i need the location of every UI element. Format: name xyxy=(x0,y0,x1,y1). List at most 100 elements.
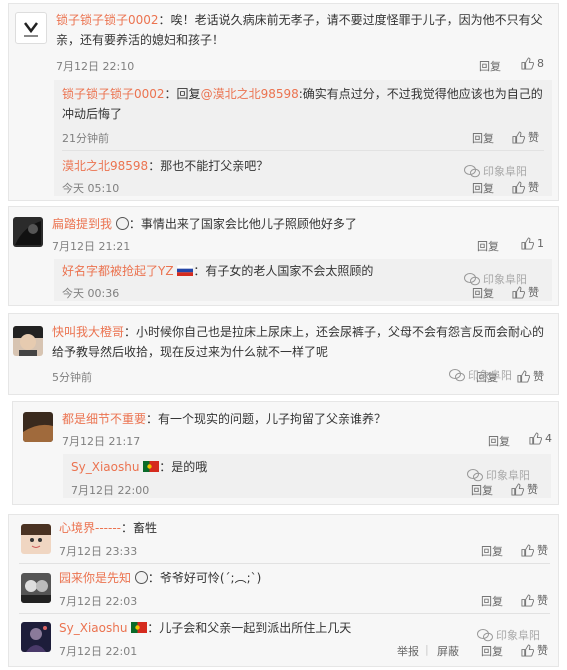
comment-time: 7月12日 23:33 xyxy=(59,545,138,558)
like-button[interactable]: 赞 xyxy=(511,481,538,497)
reply-button[interactable]: 回复 xyxy=(471,482,493,498)
comment-time: 7月12日 22:03 xyxy=(59,595,138,608)
like-button[interactable]: 8 xyxy=(521,57,544,70)
like-button[interactable]: 赞 xyxy=(512,179,539,195)
reply-text: 好名字都被抢起了YZ ：有子女的老人国家不会太照顾的 xyxy=(62,263,373,280)
thumbs-up-icon xyxy=(517,369,530,383)
reply-username[interactable]: 漠北之北98598 xyxy=(62,159,148,173)
reply-button[interactable]: 回复 xyxy=(479,58,501,74)
avatar[interactable] xyxy=(21,622,51,652)
comment-username[interactable]: 园来你是先知 xyxy=(59,571,131,585)
separator: ： xyxy=(148,159,161,173)
report-button[interactable]: 举报 xyxy=(397,643,419,659)
comment-body: 畜牲 xyxy=(133,521,158,535)
reply-block: 好名字都被抢起了YZ ：有子女的老人国家不会太照顾的 今天 00:36 回复 赞… xyxy=(54,259,552,301)
comment-username[interactable]: 都是细节不重要 xyxy=(62,412,146,426)
avatar[interactable] xyxy=(13,217,43,247)
reply-username[interactable]: 好名字都被抢起了YZ xyxy=(62,264,174,278)
comment-body: 爷爷好可怜(´;︵;`) xyxy=(159,571,262,585)
comment-text: 园来你是先知 ：爷爷好可怜(´;︵;`) xyxy=(59,570,261,587)
thumbs-up-icon xyxy=(521,57,534,70)
watermark: 印象阜阳 xyxy=(449,367,512,383)
watermark: 印象阜阳 xyxy=(464,271,527,287)
like-button[interactable]: 赞 xyxy=(517,368,544,384)
portugal-flag-icon xyxy=(143,461,160,472)
reply-username[interactable]: 锁子锁子锁子0002 xyxy=(62,87,165,101)
reply-prefix: ：回复 xyxy=(164,87,201,101)
wechat-icon xyxy=(477,629,493,642)
comment-card-5: 心境界------：畜牲 7月12日 23:33 回复 赞 园来你是先知 ：爷爷… xyxy=(8,514,559,667)
separator: ： xyxy=(193,264,206,278)
like-button[interactable]: 赞 xyxy=(521,542,548,558)
like-label: 赞 xyxy=(537,594,548,607)
like-count: 1 xyxy=(537,237,544,250)
comment-text: 心境界------：畜牲 xyxy=(59,520,157,537)
comment-username[interactable]: 快叫我大橙哥 xyxy=(52,325,124,339)
reply-time: 今天 00:36 xyxy=(62,287,120,300)
avatar[interactable] xyxy=(23,412,53,442)
emoticon-icon xyxy=(115,217,129,230)
thumbs-up-icon xyxy=(521,643,534,657)
watermark-text: 印象阜阳 xyxy=(483,165,527,178)
like-button[interactable]: 赞 xyxy=(521,592,548,608)
watermark-text: 印象阜阳 xyxy=(483,273,527,286)
like-label: 赞 xyxy=(537,644,548,657)
reply-text: 锁子锁子锁子0002：回复@漠北之北98598:确实有点过分，不过我觉得他应该也… xyxy=(62,84,544,124)
separator: ： xyxy=(128,217,141,231)
comment-text: 都是细节不重要：有一个现实的问题，儿子拘留了父亲谁养？ xyxy=(62,411,386,428)
reply-body: 有子女的老人国家不会太照顾的 xyxy=(205,264,374,278)
like-label: 赞 xyxy=(533,370,544,383)
avatar[interactable] xyxy=(21,524,51,554)
reply-button[interactable]: 回复 xyxy=(472,180,494,196)
like-button[interactable]: 赞 xyxy=(521,642,548,658)
reply-button[interactable]: 回复 xyxy=(472,130,494,146)
comment-username[interactable]: 锁子锁子锁子0002 xyxy=(56,13,159,27)
comment-card-1: 锁子锁子锁子0002：唉！老话说久病床前无孝子，请不要过度怪罪于儿子，因为他不只… xyxy=(8,3,559,201)
comment-username[interactable]: 心境界------ xyxy=(59,521,121,535)
thumbs-up-icon xyxy=(512,285,525,299)
comment-time: 7月12日 21:17 xyxy=(62,435,141,448)
reply-button[interactable]: 回复 xyxy=(477,238,499,254)
wechat-icon xyxy=(464,165,480,178)
comment-time: 7月12日 22:10 xyxy=(56,60,135,73)
reply-button[interactable]: 回复 xyxy=(472,285,494,301)
like-count: 4 xyxy=(545,432,552,445)
like-label: 赞 xyxy=(537,544,548,557)
russia-flag-icon xyxy=(177,265,194,276)
like-label: 赞 xyxy=(528,181,539,194)
comment-username[interactable]: Sy_Xiaoshu xyxy=(59,621,127,635)
like-button[interactable]: 4 xyxy=(529,432,552,445)
like-button[interactable]: 赞 xyxy=(512,129,539,145)
reply-button[interactable]: 回复 xyxy=(481,643,503,659)
reply-button[interactable]: 回复 xyxy=(488,433,510,449)
reply-username[interactable]: Sy_Xiaoshu xyxy=(71,460,139,474)
separator: ： xyxy=(120,521,133,535)
mention-link[interactable]: @漠北之北98598 xyxy=(201,87,299,101)
avatar[interactable] xyxy=(21,573,51,603)
avatar[interactable] xyxy=(15,12,47,44)
watermark: 印象阜阳 xyxy=(464,163,527,179)
avatar[interactable] xyxy=(13,326,43,356)
comment-text: 快叫我大橙哥：小时候你自己也是拉床上尿床上，还会尿裤子，父母不会有怨言反而会耐心… xyxy=(52,322,552,362)
watermark: 印象阜阳 xyxy=(467,467,530,483)
wechat-icon xyxy=(464,273,480,286)
reply-block: Sy_Xiaoshu ：是的哦 7月12日 22:00 回复 赞 印象阜阳 xyxy=(63,454,551,498)
like-label: 赞 xyxy=(528,286,539,299)
reply-button[interactable]: 回复 xyxy=(481,543,503,559)
comment-time: 7月12日 21:21 xyxy=(52,240,131,253)
like-label: 赞 xyxy=(528,131,539,144)
separator: ： xyxy=(147,621,160,635)
comment-time: 7月12日 22:01 xyxy=(59,645,138,658)
comment-username[interactable]: 扁踏提到我 xyxy=(52,217,112,231)
separator: ： xyxy=(147,571,160,585)
block-button[interactable]: 屏蔽 xyxy=(437,643,459,659)
comment-card-4: 都是细节不重要：有一个现实的问题，儿子拘留了父亲谁养？ 7月12日 21:17 … xyxy=(12,401,559,505)
divider xyxy=(19,563,550,564)
thumbs-up-icon xyxy=(511,482,524,496)
like-button[interactable]: 1 xyxy=(521,237,544,250)
reply-text: Sy_Xiaoshu ：是的哦 xyxy=(71,459,207,476)
thumbs-up-icon xyxy=(512,180,525,194)
page: { "c1": {"user":"锁子锁子锁子0002","sep":"：","… xyxy=(0,0,567,670)
separator: ： xyxy=(158,13,171,27)
reply-button[interactable]: 回复 xyxy=(481,593,503,609)
